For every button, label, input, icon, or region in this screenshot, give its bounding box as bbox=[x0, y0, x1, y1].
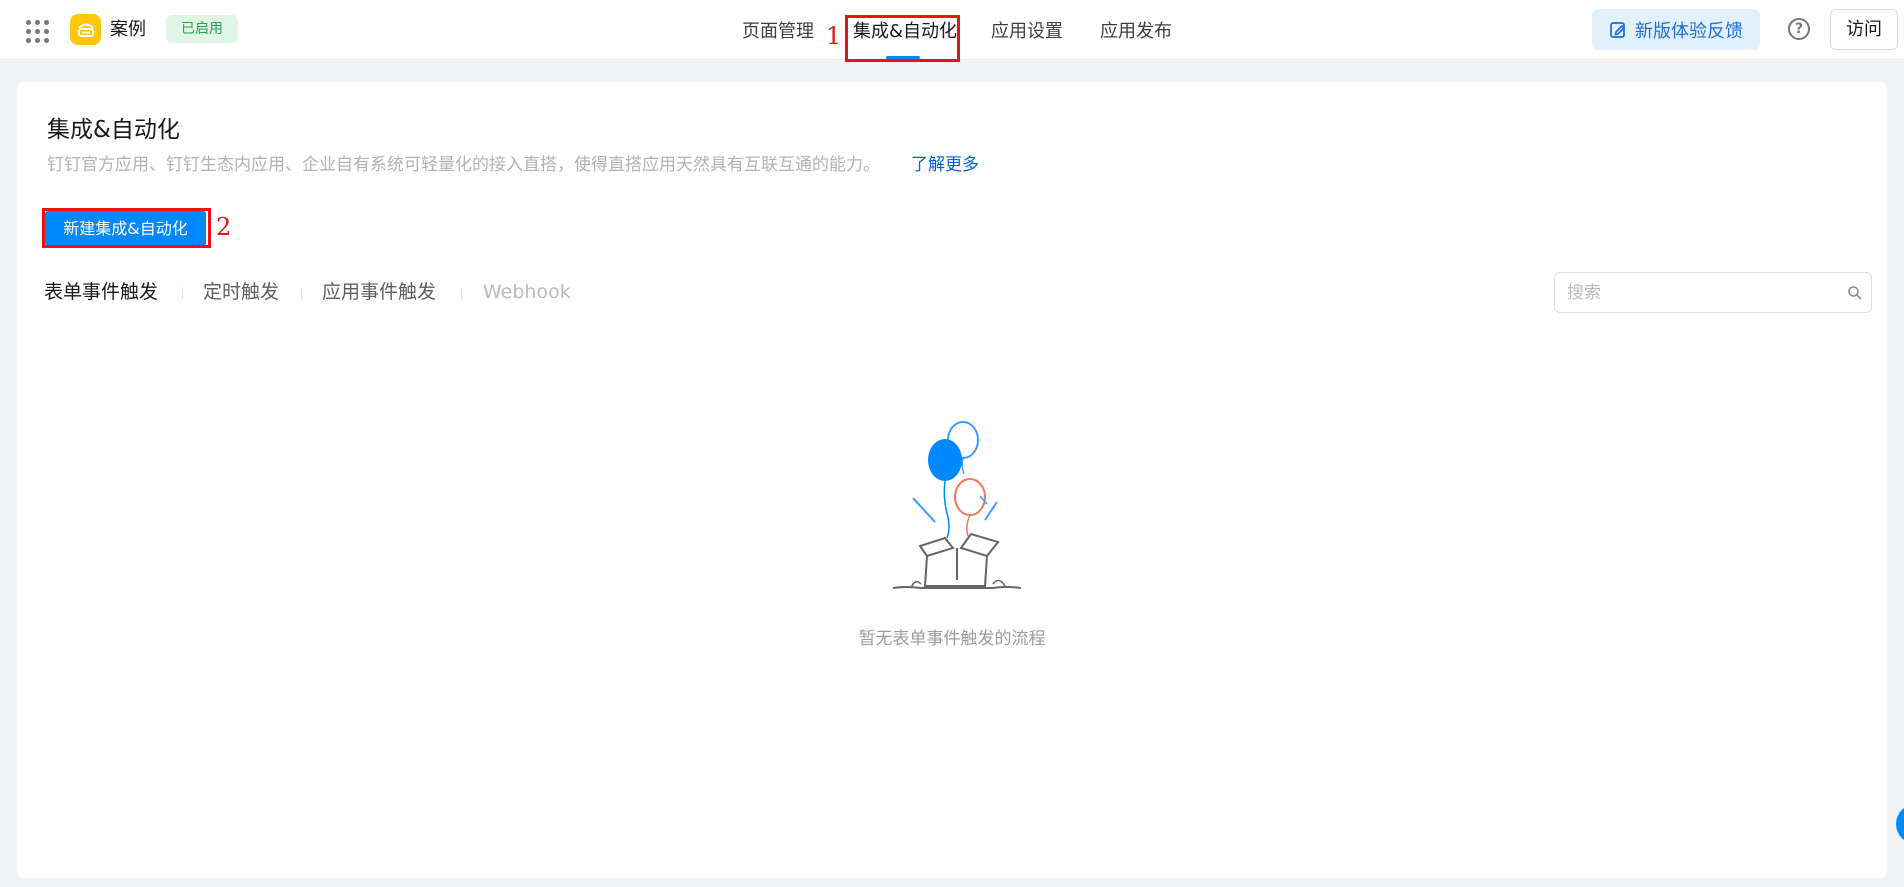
annotation-number-2: 2 bbox=[216, 213, 232, 241]
tab-app-publish[interactable]: 应用发布 bbox=[1100, 20, 1172, 44]
tab-form-event-trigger[interactable]: 表单事件触发 bbox=[44, 280, 158, 304]
search-input[interactable] bbox=[1567, 273, 1827, 312]
empty-state-message: 暂无表单事件触发的流程 bbox=[858, 629, 1046, 649]
tab-page-management[interactable]: 页面管理 bbox=[742, 20, 814, 44]
tab-app-event-trigger[interactable]: 应用事件触发 bbox=[322, 280, 436, 304]
question-circle-icon[interactable]: ? bbox=[1788, 18, 1810, 40]
page-title: 集成&自动化 bbox=[47, 117, 180, 143]
learn-more-link[interactable]: 了解更多 bbox=[911, 153, 979, 177]
annotation-box-2 bbox=[42, 208, 211, 248]
tab-scheduled-trigger[interactable]: 定时触发 bbox=[203, 280, 279, 304]
tab-divider bbox=[461, 287, 462, 299]
tab-divider bbox=[182, 287, 183, 299]
annotation-number-1: 1 bbox=[826, 22, 842, 50]
feedback-button[interactable]: 新版体验反馈 bbox=[1592, 9, 1760, 50]
page-description: 钉钉官方应用、钉钉生态内应用、企业自有系统可轻量化的接入直搭，使得直搭应用天然具… bbox=[47, 155, 880, 175]
feedback-label: 新版体验反馈 bbox=[1635, 20, 1743, 42]
empty-gift-box-icon bbox=[892, 421, 1022, 589]
tab-app-settings[interactable]: 应用设置 bbox=[991, 20, 1063, 44]
tab-divider bbox=[301, 287, 302, 299]
search-icon[interactable] bbox=[1847, 285, 1862, 300]
floating-help-button[interactable] bbox=[1896, 804, 1904, 844]
visit-button[interactable]: 访问 bbox=[1830, 9, 1898, 50]
annotation-box-1 bbox=[845, 15, 960, 62]
edit-note-icon bbox=[1610, 21, 1626, 38]
search-box[interactable] bbox=[1554, 272, 1872, 313]
tab-webhook[interactable]: Webhook bbox=[483, 280, 571, 304]
